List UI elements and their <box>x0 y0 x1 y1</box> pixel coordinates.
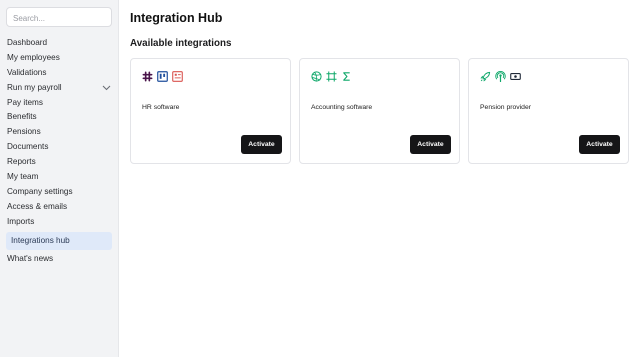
integration-name: HR software <box>142 104 180 111</box>
sidebar-item-label: Benefits <box>7 112 37 122</box>
sidebar-nav: Dashboard My employees Validations Run m… <box>0 36 119 266</box>
crop-icon <box>326 69 337 82</box>
trello-icon <box>157 69 168 82</box>
sidebar-item-run-my-payroll[interactable]: Run my payroll <box>0 81 119 96</box>
page-title: Integration Hub <box>130 11 223 25</box>
section-title: Available integrations <box>130 38 232 49</box>
sidebar-item-benefits[interactable]: Benefits <box>0 110 119 125</box>
sidebar-item-label: Pay items <box>7 97 43 107</box>
sidebar-item-whats-news[interactable]: What's news <box>0 252 119 267</box>
sidebar-item-validations[interactable]: Validations <box>0 66 119 81</box>
sidebar-item-my-employees[interactable]: My employees <box>0 51 119 66</box>
sigma-icon <box>341 69 352 81</box>
card-icons <box>142 69 183 82</box>
sidebar-item-label: Imports <box>7 216 35 226</box>
sidebar-item-label: Access & emails <box>7 201 68 211</box>
activate-button[interactable]: Activate <box>241 135 282 154</box>
globe-icon <box>311 69 322 82</box>
card-icons <box>480 69 521 83</box>
sidebar-item-access-emails[interactable]: Access & emails <box>0 200 119 215</box>
sidebar-item-label: My team <box>7 172 39 182</box>
activate-button[interactable]: Activate <box>410 135 451 154</box>
integration-name: Pension provider <box>480 104 532 111</box>
sidebar-item-label: My employees <box>7 52 60 62</box>
sidebar-item-pensions[interactable]: Pensions <box>0 125 119 140</box>
sidebar-item-reports[interactable]: Reports <box>0 155 119 170</box>
integration-name: Accounting software <box>311 104 373 111</box>
cash-icon <box>510 69 521 80</box>
search-input[interactable] <box>7 9 111 28</box>
sidebar-item-dashboard[interactable]: Dashboard <box>0 36 119 51</box>
integration-card-pension-provider: Pension provider Activate <box>468 58 629 164</box>
sidebar-item-label: Documents <box>7 142 49 152</box>
sidebar-item-my-team[interactable]: My team <box>0 170 119 185</box>
sidebar-item-company-settings[interactable]: Company settings <box>0 185 119 200</box>
sidebar-item-pay-items[interactable]: Pay items <box>0 96 119 111</box>
sidebar-item-label: Validations <box>7 67 47 77</box>
sidebar-item-label: Company settings <box>7 186 73 196</box>
chevron-down-icon[interactable] <box>101 83 111 93</box>
sidebar-item-label: What's news <box>7 253 54 263</box>
sidebar-item-imports[interactable]: Imports <box>0 215 119 230</box>
sidebar: Dashboard My employees Validations Run m… <box>0 0 119 357</box>
card-icons <box>311 69 352 82</box>
form-icon <box>172 69 183 82</box>
sidebar-item-label: Integrations hub <box>11 235 70 245</box>
integration-card-hr-software: HR software Activate <box>130 58 291 164</box>
sidebar-item-label: Pensions <box>7 127 41 137</box>
sidebar-item-label: Run my payroll <box>7 82 62 92</box>
slack-icon <box>142 69 153 82</box>
sidebar-item-label: Reports <box>7 157 36 167</box>
sidebar-item-integrations-hub[interactable]: Integrations hub <box>6 231 112 250</box>
podcast-icon <box>495 69 506 83</box>
sidebar-item-documents[interactable]: Documents <box>0 140 119 155</box>
integration-card-accounting-software: Accounting software Activate <box>299 58 460 164</box>
rocket-icon <box>480 69 491 82</box>
search-box[interactable] <box>6 7 112 28</box>
activate-button[interactable]: Activate <box>579 135 620 154</box>
sidebar-item-label: Dashboard <box>7 38 48 47</box>
